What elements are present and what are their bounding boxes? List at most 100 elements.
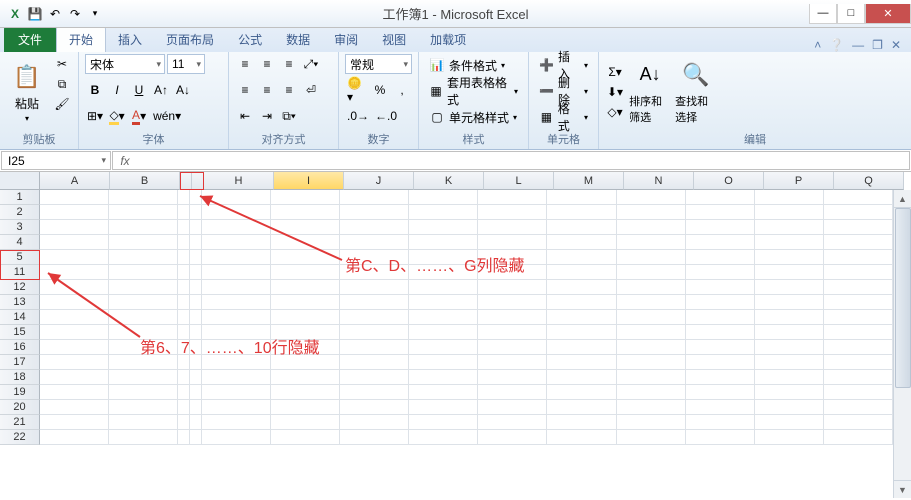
cell[interactable] [686, 370, 755, 385]
col-header-H[interactable]: H [204, 172, 274, 190]
cell[interactable] [190, 235, 202, 250]
doc-minimize-icon[interactable]: — [852, 38, 864, 52]
increase-font-button[interactable]: A↑ [151, 80, 171, 100]
tab-home[interactable]: 开始 [56, 26, 106, 52]
cell[interactable] [409, 370, 478, 385]
cell[interactable] [340, 250, 409, 265]
increase-indent-button[interactable]: ⇥ [257, 106, 277, 126]
undo-icon[interactable]: ↶ [46, 5, 64, 23]
cell[interactable] [40, 385, 109, 400]
cell[interactable] [478, 250, 547, 265]
cell[interactable] [178, 250, 190, 265]
close-button[interactable]: ✕ [865, 4, 911, 24]
cell[interactable] [271, 295, 340, 310]
cell[interactable] [409, 265, 478, 280]
cell[interactable] [686, 280, 755, 295]
cell[interactable] [824, 295, 893, 310]
col-header-B[interactable]: B [110, 172, 180, 190]
cell[interactable] [40, 310, 109, 325]
format-cells-button[interactable]: ▦格式▾ [535, 106, 592, 128]
cell[interactable] [755, 265, 824, 280]
cell[interactable] [617, 280, 686, 295]
cell[interactable] [178, 385, 190, 400]
cell[interactable] [478, 265, 547, 280]
cell[interactable] [547, 325, 616, 340]
cell[interactable] [617, 400, 686, 415]
cell[interactable] [271, 370, 340, 385]
cell[interactable] [178, 220, 190, 235]
cell[interactable] [409, 295, 478, 310]
cell[interactable] [686, 430, 755, 445]
cell[interactable] [409, 430, 478, 445]
row-header-14[interactable]: 14 [0, 310, 40, 325]
cell[interactable] [478, 235, 547, 250]
cell[interactable] [409, 355, 478, 370]
row-header-11[interactable]: 11 [0, 265, 40, 280]
cell[interactable] [178, 355, 190, 370]
cell[interactable] [755, 250, 824, 265]
cell[interactable] [824, 340, 893, 355]
tab-view[interactable]: 视图 [370, 27, 418, 52]
cell[interactable] [340, 370, 409, 385]
cell[interactable] [686, 235, 755, 250]
font-name-combo[interactable]: 宋体 [85, 54, 165, 74]
insert-cells-button[interactable]: ➕插入▾ [535, 54, 592, 76]
col-header-Q[interactable]: Q [834, 172, 904, 190]
cell[interactable] [40, 400, 109, 415]
cell[interactable] [340, 295, 409, 310]
row-header-18[interactable]: 18 [0, 370, 40, 385]
cell[interactable] [686, 295, 755, 310]
cell[interactable] [202, 355, 271, 370]
cell[interactable] [109, 355, 178, 370]
cell[interactable] [271, 430, 340, 445]
bold-button[interactable]: B [85, 80, 105, 100]
cell[interactable] [409, 385, 478, 400]
align-center-button[interactable]: ≡ [257, 80, 277, 100]
cell[interactable] [109, 370, 178, 385]
cell[interactable] [40, 235, 109, 250]
cell[interactable] [547, 250, 616, 265]
cell[interactable] [178, 310, 190, 325]
cell[interactable] [547, 355, 616, 370]
cell[interactable] [340, 430, 409, 445]
cell[interactable] [190, 370, 202, 385]
align-left-button[interactable]: ≡ [235, 80, 255, 100]
cell[interactable] [178, 325, 190, 340]
cell[interactable] [478, 190, 547, 205]
cell[interactable] [109, 220, 178, 235]
vertical-scrollbar[interactable]: ▲ ▼ [893, 190, 911, 498]
cell[interactable] [340, 190, 409, 205]
cell[interactable] [340, 355, 409, 370]
cell[interactable] [686, 205, 755, 220]
cell[interactable] [755, 205, 824, 220]
borders-button[interactable]: ⊞▾ [85, 106, 105, 126]
cell[interactable] [202, 295, 271, 310]
cell[interactable] [109, 190, 178, 205]
cell[interactable] [755, 400, 824, 415]
cell[interactable] [190, 340, 202, 355]
cell[interactable] [547, 280, 616, 295]
tab-page-layout[interactable]: 页面布局 [154, 27, 226, 52]
row-header-15[interactable]: 15 [0, 325, 40, 340]
cell[interactable] [202, 235, 271, 250]
cell[interactable] [190, 280, 202, 295]
cell[interactable] [178, 430, 190, 445]
cell[interactable] [547, 385, 616, 400]
cell[interactable] [190, 295, 202, 310]
cell[interactable] [178, 190, 190, 205]
cell[interactable] [478, 400, 547, 415]
minimize-button[interactable]: — [809, 4, 837, 24]
conditional-format-button[interactable]: 📊条件格式▾ [425, 54, 522, 76]
cell[interactable] [755, 415, 824, 430]
scroll-thumb[interactable] [895, 208, 911, 388]
tab-addins[interactable]: 加载项 [418, 27, 478, 52]
col-header-P[interactable]: P [764, 172, 834, 190]
cell[interactable] [178, 280, 190, 295]
cell[interactable] [271, 280, 340, 295]
cell[interactable] [190, 400, 202, 415]
tab-insert[interactable]: 插入 [106, 27, 154, 52]
cell[interactable] [824, 265, 893, 280]
align-right-button[interactable]: ≡ [279, 80, 299, 100]
cell[interactable] [109, 295, 178, 310]
align-top-button[interactable]: ≡ [235, 54, 255, 74]
